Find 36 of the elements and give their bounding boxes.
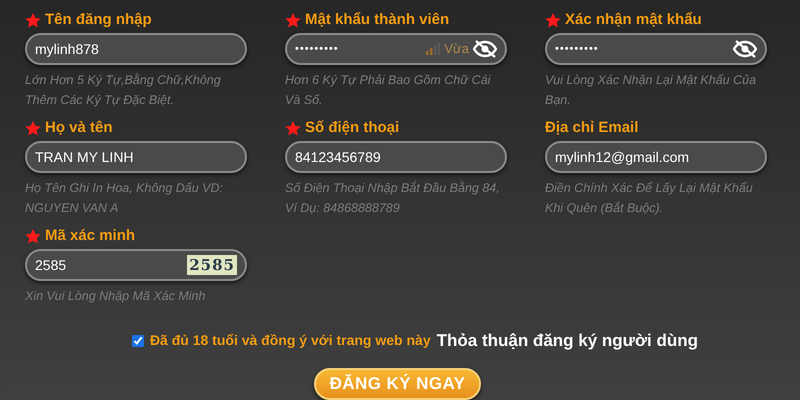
- field-label: Mật khẩu thành viên: [305, 10, 450, 30]
- field-hint: Lớn Hơn 5 Ký Tự,Bằng Chữ,Không Thêm Các Ký Tự Đặc Biệt.: [25, 72, 222, 109]
- signal-bars-icon: [426, 43, 440, 55]
- field-label: Số điện thoại: [305, 118, 400, 138]
- input-field[interactable]: 84123456789: [285, 141, 507, 173]
- field-hint: Hơn 6 Ký Tự Phải Bao Gồm Chữ Cái Và Số.: [285, 72, 492, 109]
- agreement-text: Đã đủ 18 tuổi và đồng ý với trang web này: [150, 331, 431, 350]
- field-hint: Điền Chính Xác Để Lấy Lại Mật Khẩu Khi Quên (Bắt Buộc).: [545, 180, 754, 217]
- password-input[interactable]: •••••••••: [555, 40, 729, 58]
- password-input[interactable]: •••••••••: [295, 40, 422, 58]
- captcha-image: 2585: [187, 255, 237, 275]
- captcha-input[interactable]: 2585: [35, 254, 184, 276]
- text-input[interactable]: mylinh12@gmail.com: [555, 146, 757, 168]
- strength-label: Vừa: [444, 40, 469, 58]
- field-label: Mã xác minh: [45, 226, 136, 246]
- field-hint: Xin Vui Lòng Nhập Mã Xác Minh: [25, 288, 206, 305]
- field-label: Xác nhận mật khẩu: [565, 10, 702, 30]
- text-input[interactable]: 84123456789: [295, 146, 497, 168]
- agree-checkbox[interactable]: [132, 334, 144, 347]
- field-label: Họ và tên: [45, 118, 113, 138]
- text-input[interactable]: TRAN MY LINH: [35, 146, 237, 168]
- input-field[interactable]: mylinh12@gmail.com: [545, 141, 767, 173]
- field-hint: Vui Lòng Xác Nhận Lại Mật Khẩu Của Bạn.: [545, 72, 758, 109]
- field-hint: Số Điện Thoại Nhập Bắt Đầu Bằng 84, Ví Dụ: 84868888789: [285, 180, 500, 217]
- field-label: Tên đăng nhập: [45, 10, 152, 30]
- text-input[interactable]: mylinh878: [35, 38, 237, 60]
- input-field[interactable]: mylinh878: [25, 33, 247, 65]
- agreement-link[interactable]: Thỏa thuận đăng ký người dùng: [436, 328, 698, 354]
- password-field[interactable]: •••••••••: [545, 33, 767, 65]
- captcha-field[interactable]: 2585 2585: [25, 249, 247, 281]
- field-hint: Họ Tên Ghi In Hoa, Không Dấu VD: NGUYEN VAN A: [25, 180, 224, 217]
- eye-slash-icon[interactable]: [733, 39, 757, 59]
- password-field[interactable]: ••••••••• Vừa: [285, 33, 507, 65]
- input-field[interactable]: TRAN MY LINH: [25, 141, 247, 173]
- eye-slash-icon[interactable]: [473, 39, 497, 59]
- field-label: Địa chỉ Email: [545, 118, 638, 138]
